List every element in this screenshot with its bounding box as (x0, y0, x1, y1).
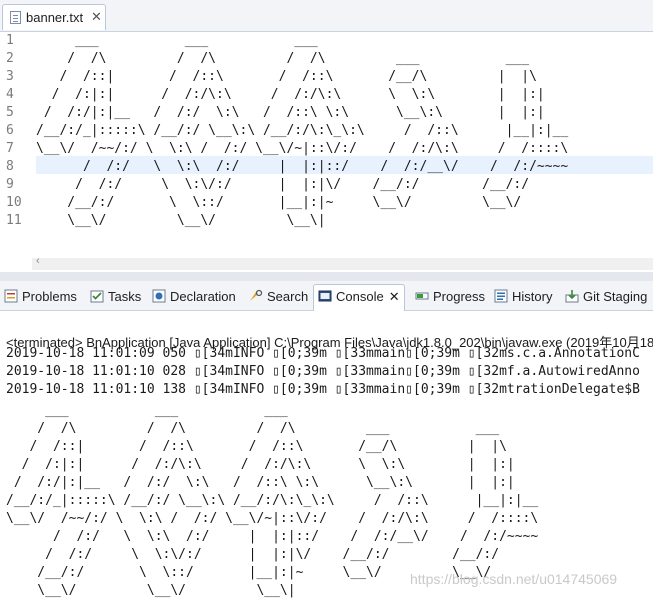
banner-line: \__\/ \__\/ \__\| (6, 583, 296, 598)
code-line[interactable]: /__/:/_|:::::\ /__/:/ \__\:\ /__/:/\:\_\… (36, 122, 568, 140)
tab-label: Console (336, 289, 384, 304)
code-line[interactable]: / /\ / /\ / /\ ___ ___ (36, 50, 529, 68)
code-line[interactable]: \__\/ \__\/ \__\| (36, 212, 325, 230)
banner-line: / /:|:| / /:/\:\ / /:/\:\ \ \:\ | |:| (6, 457, 515, 472)
line-number-ruler: 1 2 3 4 5 6 7 8 9 10 11 (0, 32, 32, 260)
close-icon[interactable]: ✕ (389, 285, 400, 305)
tab-git-staging[interactable]: Git Staging (565, 285, 647, 309)
declaration-icon (152, 289, 166, 303)
code-line[interactable]: / /:|:| / /:/\:\ / /:/\:\ \ \:\ | |:| (36, 86, 545, 104)
line-number: 1 (6, 33, 14, 48)
horizontal-scrollbar[interactable]: ‹ (32, 255, 653, 270)
log-line: 2019-10-18 11:01:09 050 ▯[34mINFO ▯[0;39… (6, 346, 640, 361)
line-number: 3 (6, 69, 14, 84)
scroll-left-icon[interactable]: ‹ (36, 255, 40, 267)
banner-line: / /:/ \ \:\/:/ | |:|\/ /__/:/ /__/:/ (6, 547, 500, 562)
tab-search[interactable]: Search (249, 285, 308, 309)
editor-tab-banner-txt[interactable]: banner.txt ✕ (2, 4, 106, 30)
tab-label: Git Staging (583, 289, 648, 304)
watermark: https://blog.csdn.net/u014745069 (410, 571, 618, 587)
history-icon (494, 289, 508, 303)
code-line[interactable]: / /:/ \ \:\/:/ | |:|\/ /__/:/ /__/:/ (36, 176, 529, 194)
banner-line: / /\ / /\ / /\ ___ ___ (6, 421, 500, 436)
close-icon[interactable]: ✕ (91, 9, 102, 25)
console-view[interactable]: <terminated> BnApplication [Java Applica… (0, 311, 653, 600)
code-line[interactable]: /__/:/ \ \::/ |__|:|~ \__\/ \__\/ (36, 194, 521, 212)
log-line: 2019-10-18 11:01:10 028 ▯[34mINFO ▯[0;39… (6, 364, 640, 379)
code-line[interactable]: \__\/ /~~/:/ \ \:\ / /:/ \__\/~|::\/:/ /… (36, 140, 568, 158)
banner-line: ___ ___ ___ (6, 403, 288, 418)
tab-label: Progress (433, 289, 486, 304)
search-icon (250, 289, 263, 301)
tab-progress[interactable]: Progress (415, 285, 485, 309)
console-icon (318, 290, 332, 302)
views-tab-bar: Problems Tasks Declaration Search Consol… (0, 281, 653, 311)
banner-line: / /::| / /::\ / /::\ /__/\ | |\ (6, 439, 507, 454)
line-number: 9 (6, 177, 14, 192)
tab-declaration[interactable]: Declaration (152, 285, 236, 309)
line-number: 4 (6, 87, 14, 102)
banner-line: \__\/ /~~/:/ \ \:\ / /:/ \__\/~|::\/:/ /… (6, 511, 539, 526)
tab-problems[interactable]: Problems (4, 285, 77, 309)
line-number: 8 (6, 159, 14, 174)
line-number: 7 (6, 141, 14, 156)
tab-tasks[interactable]: Tasks (90, 285, 141, 309)
tab-history[interactable]: History (494, 285, 552, 309)
tab-label: Declaration (170, 289, 236, 304)
line-number: 2 (6, 51, 14, 66)
tab-label: Tasks (108, 289, 142, 304)
line-number: 10 (6, 195, 22, 210)
banner-line: / /:/ \ \:\ /:/ | |:|::/ / /:/__\/ / /:/… (6, 529, 539, 544)
line-number: 11 (6, 213, 22, 228)
editor-tab-bar: banner.txt ✕ (0, 0, 653, 32)
tab-console[interactable]: Console ✕ (313, 284, 405, 311)
line-number: 6 (6, 123, 14, 138)
text-file-icon (10, 11, 21, 24)
problems-icon (4, 289, 18, 303)
banner-line: / /:/|:|__ / /:/ \:\ / /::\ \:\ \__\:\ |… (6, 475, 515, 490)
code-line[interactable]: / /:/ \ \:\ /:/ | |:|::/ / /:/__\/ / /:/… (36, 158, 568, 176)
tab-label: History (512, 289, 553, 304)
code-line[interactable]: / /:/|:|__ / /:/ \:\ / /::\ \:\ \__\:\ |… (36, 104, 545, 122)
editor-tab-label: banner.txt (26, 10, 84, 25)
banner-line: /__/:/_|:::::\ /__/:/ \__\:\ /__/:/\:\_\… (6, 493, 539, 508)
code-line[interactable]: ___ ___ ___ (36, 32, 318, 50)
log-line: 2019-10-18 11:01:10 138 ▯[34mINFO ▯[0;39… (6, 382, 640, 397)
progress-icon (415, 292, 429, 300)
text-editor[interactable]: 1 2 3 4 5 6 7 8 9 10 11 ___ ___ ___ / /\… (0, 32, 653, 272)
git-staging-icon (565, 290, 579, 303)
tasks-icon (90, 290, 104, 303)
tab-label: Search (267, 289, 309, 304)
view-splitter[interactable] (0, 272, 653, 281)
tab-label: Problems (22, 289, 77, 304)
code-line[interactable]: / /::| / /::\ / /::\ /__/\ | |\ (36, 68, 536, 86)
line-number: 5 (6, 105, 14, 120)
